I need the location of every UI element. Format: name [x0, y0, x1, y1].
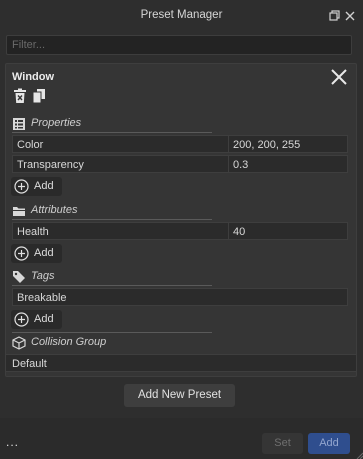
- collision-group-row[interactable]: Default: [6, 354, 356, 372]
- property-row-color: Color 200, 200, 255: [12, 135, 348, 153]
- section-divider: [12, 219, 212, 220]
- close-icon[interactable]: [329, 67, 349, 87]
- section-label-tags: Tags: [31, 270, 55, 282]
- trash-icon[interactable]: [13, 88, 27, 104]
- plus-circle-icon: [14, 312, 29, 327]
- title-bar: Preset Manager: [0, 0, 363, 33]
- add-label: Add: [34, 247, 54, 259]
- copy-icon[interactable]: [32, 88, 46, 104]
- plus-circle-icon: [14, 246, 29, 261]
- filter-input[interactable]: [6, 35, 352, 55]
- property-key: Color: [17, 139, 44, 151]
- maximize-icon[interactable]: [327, 8, 343, 24]
- property-key: Transparency: [17, 159, 84, 171]
- tag-icon: [12, 270, 26, 284]
- property-value[interactable]: 0.3: [228, 156, 347, 172]
- window-title: Preset Manager: [140, 9, 223, 21]
- add-property-button[interactable]: Add: [11, 177, 62, 196]
- tag-name: Breakable: [17, 292, 67, 304]
- cube-icon: [12, 336, 26, 350]
- add-label: Add: [34, 180, 54, 192]
- section-label-properties: Properties: [31, 117, 82, 129]
- folder-icon: [12, 204, 26, 218]
- attribute-value[interactable]: 40: [228, 223, 347, 239]
- collision-group-value: Default: [12, 358, 47, 370]
- add-tag-button[interactable]: Add: [11, 310, 62, 329]
- properties-icon: [12, 117, 26, 131]
- add-new-preset-button[interactable]: Add New Preset: [124, 384, 235, 407]
- property-row-transparency: Transparency 0.3: [12, 155, 348, 173]
- add-label: Add: [34, 313, 54, 325]
- add-attribute-button[interactable]: Add: [11, 244, 62, 263]
- tag-row-breakable: Breakable: [12, 288, 348, 306]
- section-label-attributes: Attributes: [31, 204, 78, 216]
- section-header-attributes: Attributes: [12, 202, 212, 220]
- set-button[interactable]: Set: [262, 433, 303, 454]
- bottom-bar: ... Set Add: [0, 418, 363, 459]
- section-header-collision-group: Collision Group: [12, 334, 212, 352]
- close-icon[interactable]: [342, 8, 358, 24]
- section-header-properties: Properties: [12, 115, 212, 133]
- resize-grip-icon[interactable]: [355, 451, 363, 459]
- preset-card: Window Properties Color 200, 200, 255 Tr…: [5, 63, 357, 377]
- attribute-key: Health: [17, 226, 49, 238]
- property-value[interactable]: 200, 200, 255: [228, 136, 347, 152]
- section-label-collision-group: Collision Group: [31, 336, 107, 348]
- plus-circle-icon: [14, 179, 29, 194]
- preset-name: Window: [12, 71, 55, 83]
- add-button[interactable]: Add: [308, 433, 350, 454]
- section-divider: [12, 332, 212, 333]
- more-options-button[interactable]: ...: [6, 435, 19, 449]
- attribute-row-health: Health 40: [12, 222, 348, 240]
- section-divider: [12, 132, 212, 133]
- section-header-tags: Tags: [12, 268, 212, 286]
- section-divider: [12, 285, 212, 286]
